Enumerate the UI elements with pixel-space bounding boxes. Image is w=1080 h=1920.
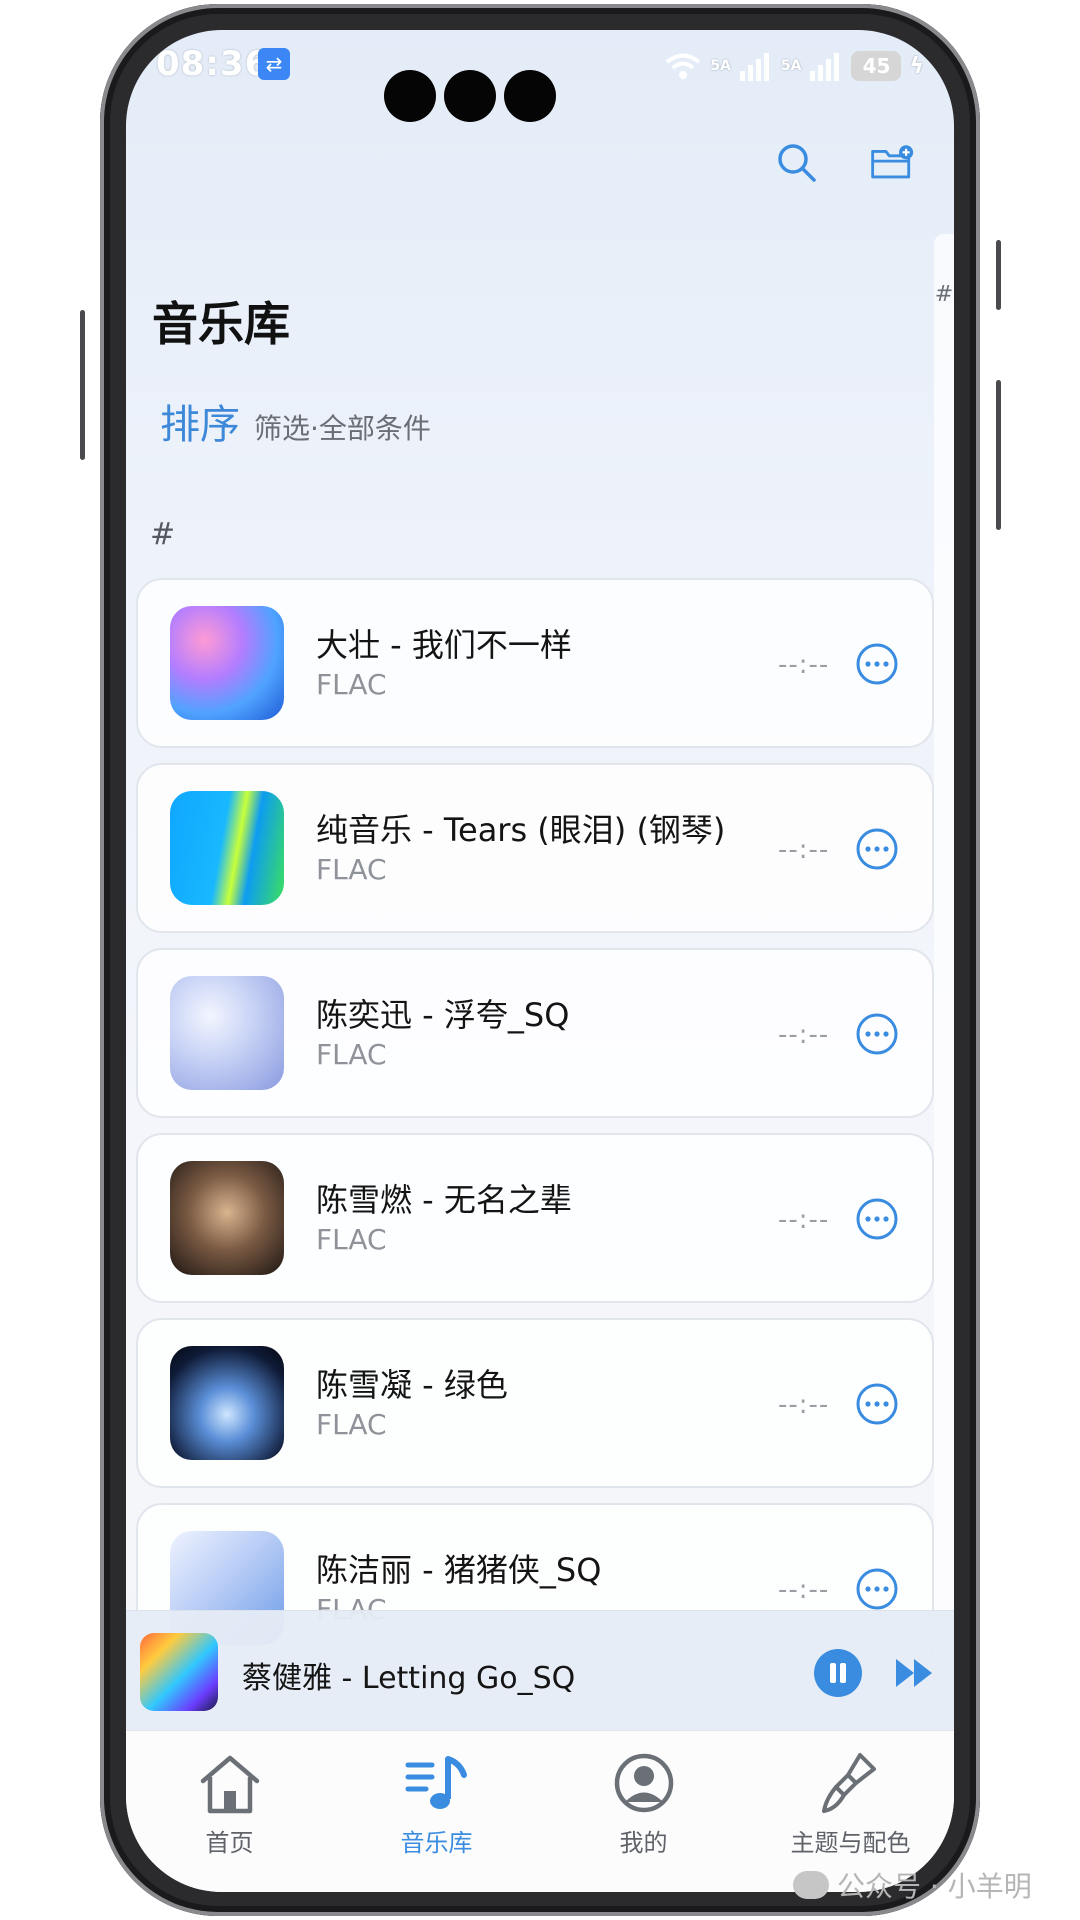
app-screen: 08:36 ⇄ 5A 5A 45 ϟ 音乐库 排序 筛选·全部条件 # # 大壮… — [126, 30, 954, 1892]
status-icons: 5A 5A 45 ϟ — [664, 46, 924, 86]
signal-icon — [810, 53, 840, 81]
song-row[interactable]: 纯音乐 - Tears (眼泪) (钢琴) FLAC --:-- — [136, 763, 934, 933]
signal-label-2: 5A — [780, 58, 802, 74]
song-duration: --:-- — [778, 1390, 830, 1420]
page-title: 音乐库 — [152, 297, 290, 351]
song-title: 大壮 - 我们不一样 — [316, 626, 572, 664]
song-duration: --:-- — [778, 650, 830, 680]
volume-button — [80, 310, 85, 460]
add-folder-icon — [871, 145, 914, 179]
more-options-icon[interactable] — [855, 1567, 899, 1611]
home-icon — [200, 1755, 259, 1814]
sort-button[interactable]: 排序 — [160, 392, 240, 450]
status-time: 08:36 — [156, 44, 270, 84]
nav-item-profile[interactable]: 我的 — [540, 1731, 747, 1892]
watermark: 公众号 · 小羊明 — [793, 1865, 1032, 1905]
camera-icon — [444, 70, 496, 122]
song-format: FLAC — [316, 853, 387, 886]
song-format: FLAC — [316, 1038, 387, 1071]
album-cover — [170, 606, 284, 720]
search-button[interactable] — [774, 140, 818, 184]
song-duration: --:-- — [778, 1205, 830, 1235]
signal-icon — [739, 53, 769, 81]
more-options-icon[interactable] — [855, 642, 899, 686]
music-library-icon — [405, 1756, 467, 1809]
signal-label-1: 5A — [710, 58, 731, 74]
paint-brush-icon — [821, 1753, 876, 1813]
nav-item-music-library[interactable]: 音乐库 — [333, 1731, 540, 1892]
side-button — [996, 380, 1001, 530]
toolbar — [774, 140, 914, 184]
now-playing-cover — [140, 1633, 218, 1711]
nav-label: 我的 — [619, 1829, 668, 1857]
mini-player[interactable]: 蔡健雅 - Letting Go_SQ — [126, 1610, 954, 1730]
filter-button[interactable]: 筛选·全部条件 — [254, 407, 431, 447]
song-row[interactable]: 大壮 - 我们不一样 FLAC --:-- — [136, 578, 934, 748]
nav-item-home[interactable]: 首页 — [126, 1731, 333, 1892]
pause-button[interactable] — [814, 1649, 862, 1697]
camera-icon — [504, 70, 556, 122]
song-title: 纯音乐 - Tears (眼泪) (钢琴) — [316, 811, 726, 849]
add-folder-button[interactable] — [870, 140, 914, 184]
song-row[interactable]: 陈雪凝 - 绿色 FLAC --:-- — [136, 1318, 934, 1488]
search-icon — [778, 144, 816, 182]
charging-icon: ϟ — [909, 53, 924, 79]
wechat-icon — [793, 1871, 829, 1899]
more-options-icon[interactable] — [855, 1197, 899, 1241]
more-options-icon[interactable] — [855, 1012, 899, 1056]
nav-label: 音乐库 — [400, 1829, 473, 1857]
next-track-icon[interactable] — [894, 1655, 938, 1691]
song-list: 大壮 - 我们不一样 FLAC --:-- 纯音乐 - Tears (眼泪) (… — [136, 578, 934, 1688]
album-cover — [170, 791, 284, 905]
song-duration: --:-- — [778, 1020, 830, 1050]
wifi-icon — [666, 53, 701, 79]
song-title: 陈洁丽 - 猪猪侠_SQ — [316, 1551, 602, 1589]
song-format: FLAC — [316, 1408, 387, 1441]
song-duration: --:-- — [778, 1575, 830, 1605]
more-options-icon[interactable] — [855, 827, 899, 871]
song-title: 陈雪燃 - 无名之辈 — [316, 1181, 572, 1219]
song-format: FLAC — [316, 1223, 387, 1256]
index-letter[interactable]: # — [934, 282, 954, 307]
song-title: 陈奕迅 - 浮夸_SQ — [316, 996, 570, 1034]
nav-label: 首页 — [205, 1829, 254, 1857]
power-button — [996, 240, 1001, 310]
battery-icon: 45 — [851, 51, 902, 81]
album-cover — [170, 1346, 284, 1460]
album-cover — [170, 976, 284, 1090]
song-row[interactable]: 陈雪燃 - 无名之辈 FLAC --:-- — [136, 1133, 934, 1303]
song-title: 陈雪凝 - 绿色 — [316, 1366, 508, 1404]
camera-icon — [384, 70, 436, 122]
song-duration: --:-- — [778, 835, 830, 865]
usb-icon: ⇄ — [258, 48, 290, 80]
sort-filter-row: 排序 筛选·全部条件 — [160, 392, 431, 450]
nav-label: 主题与配色 — [790, 1829, 911, 1857]
status-bar: 08:36 ⇄ 5A 5A 45 ϟ — [126, 30, 954, 122]
album-cover — [170, 1161, 284, 1275]
profile-icon — [614, 1753, 673, 1813]
section-header: # — [150, 517, 176, 552]
watermark-text: 公众号 · 小羊明 — [837, 1870, 1032, 1903]
song-format: FLAC — [316, 668, 387, 701]
song-row[interactable]: 陈奕迅 - 浮夸_SQ FLAC --:-- — [136, 948, 934, 1118]
now-playing-title: 蔡健雅 - Letting Go_SQ — [242, 1661, 576, 1696]
more-options-icon[interactable] — [855, 1382, 899, 1426]
alphabet-index-rail[interactable]: # — [934, 234, 954, 1634]
